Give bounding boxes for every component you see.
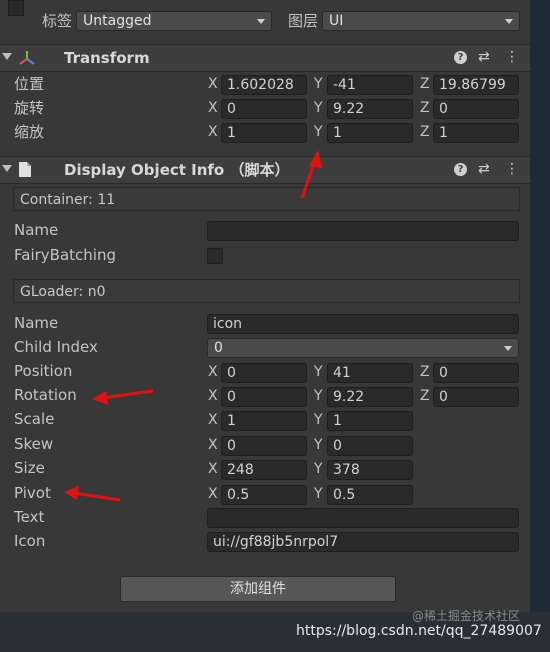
annotation-arrow (64, 486, 121, 502)
watermark-faint: @稀土掘金技术社区 (412, 609, 521, 623)
annotation-arrows (64, 150, 322, 502)
annotation-arrow (92, 389, 154, 405)
watermark-url: https://blog.csdn.net/qq_27489007 (296, 623, 542, 639)
annotation-arrow (300, 150, 322, 199)
